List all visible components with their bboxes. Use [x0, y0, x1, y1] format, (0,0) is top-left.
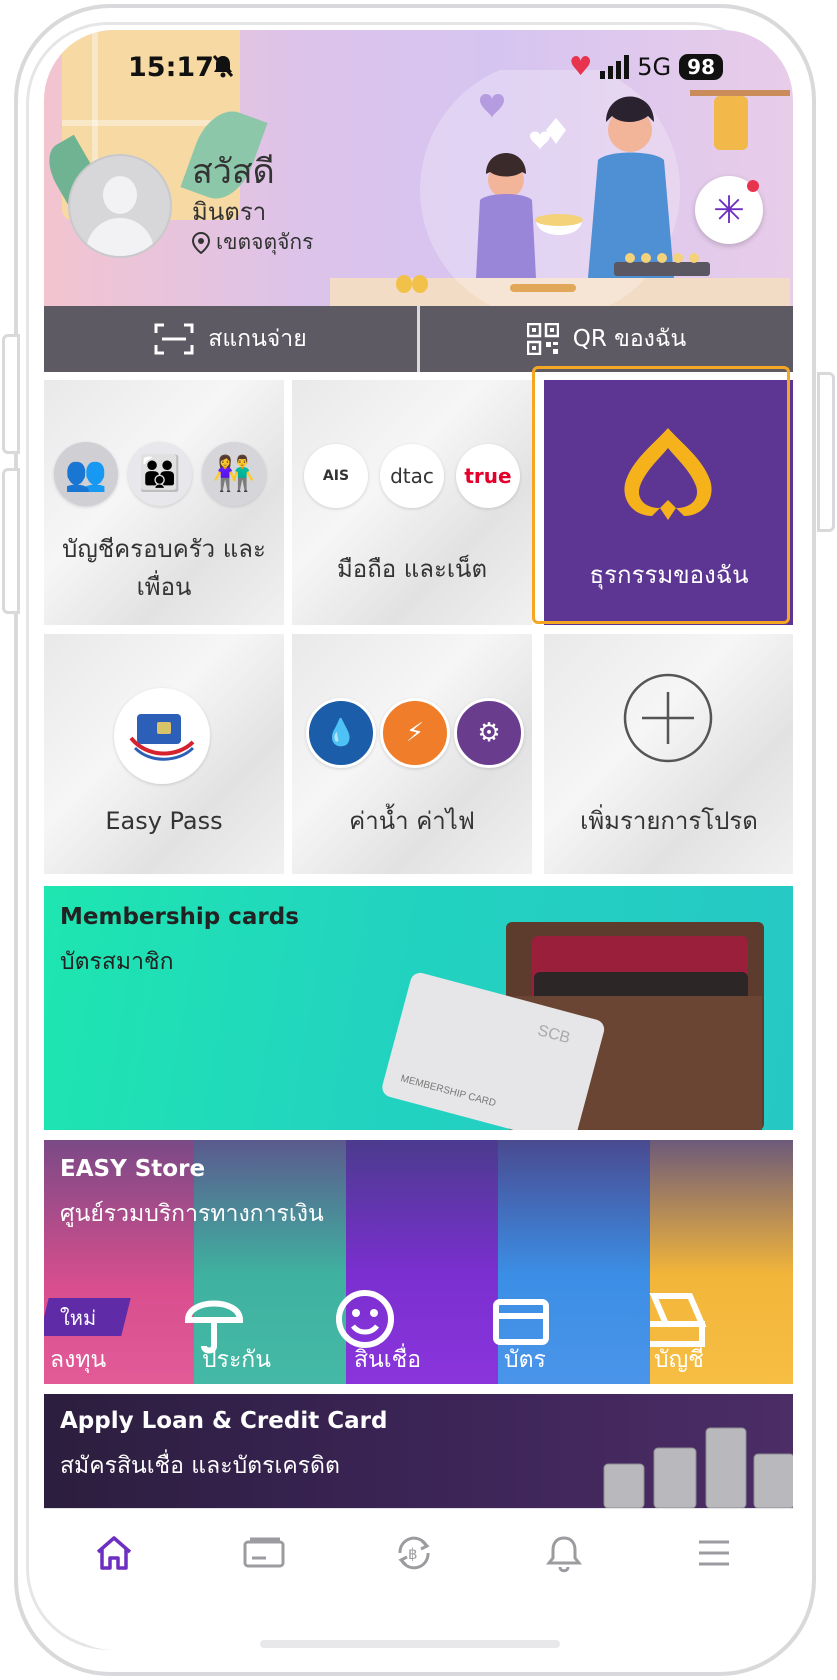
nav-accounts[interactable]	[234, 1531, 294, 1575]
battery-level: 98	[679, 54, 723, 80]
provincial-authority-logo: ⚙	[454, 698, 524, 768]
qr-code-icon	[526, 323, 559, 355]
greeting-text: สวัสดี	[192, 152, 275, 192]
tile-label: เพิ่มรายการโปรด	[580, 807, 758, 835]
wallet-card-icon	[243, 1537, 285, 1568]
my-qr-button[interactable]: QR ของฉัน	[420, 306, 793, 372]
menu-icon	[699, 1540, 729, 1566]
nav-home[interactable]	[84, 1531, 144, 1575]
true-logo: true	[456, 444, 520, 508]
family-photo: 👥	[54, 442, 118, 506]
tile-label: มือถือ และเน็ต	[336, 555, 488, 583]
electricity-authority-logo: ⚡	[380, 698, 450, 768]
tile-utilities[interactable]: 💧 ⚡ ⚙ ค่าน้ำ ค่าไฟ	[292, 634, 532, 874]
nav-transfer[interactable]: ฿	[384, 1531, 444, 1575]
tile-label: บัญชีครอบครัว และเพื่อน	[62, 535, 266, 601]
app-screen: 15:17 ♥ 5G 98 สวัสดี มินตรา เขตจตุจักร ✳…	[44, 30, 793, 1650]
location-text: เขตจตุจักร	[216, 230, 314, 254]
quick-actions-bar: สแกนจ่าย QR ของฉัน	[44, 306, 793, 372]
status-indicators: ♥ 5G 98	[569, 52, 723, 82]
heart-icon: ♥	[568, 52, 593, 82]
store-label-insurance: ประกัน	[202, 1347, 271, 1373]
scan-pay-label: สแกนจ่าย	[208, 326, 307, 352]
scan-pay-button[interactable]: สแกนจ่าย	[44, 306, 417, 372]
location-pin-icon	[192, 231, 210, 254]
location: เขตจตุจักร	[192, 226, 313, 259]
svg-text:฿: ฿	[408, 1545, 418, 1563]
home-header: 15:17 ♥ 5G 98 สวัสดี มินตรา เขตจตุจักร ✳	[44, 30, 793, 306]
highlight-frame	[532, 366, 790, 624]
dtac-logo: dtac	[380, 444, 444, 508]
volume-button-2	[2, 468, 20, 614]
credit-card-icon	[493, 1299, 549, 1345]
coin-stacks-illustration	[603, 1427, 793, 1508]
volume-button	[2, 334, 20, 454]
store-label-card: บัตร	[504, 1347, 546, 1373]
baht-exchange-icon: ฿	[398, 1536, 430, 1570]
banner-subtitle: ศูนย์รวมบริการทางการเงิน	[60, 1201, 324, 1227]
status-time: 15:17	[128, 52, 214, 83]
wallet-cards-illustration: SCB MEMBERSHIP CARD	[382, 922, 764, 1130]
assistant-sparkle-button[interactable]: ✳	[695, 176, 763, 244]
banner-subtitle: สมัครสินเชื่อ และบัตรเครดิต	[60, 1453, 340, 1479]
banner-title: Apply Loan & Credit Card	[60, 1408, 388, 1434]
bell-off-icon	[212, 54, 234, 84]
bottom-nav: ฿	[44, 1508, 793, 1650]
family-photo: 👫	[202, 442, 266, 506]
tile-easy-pass[interactable]: Easy Pass	[44, 634, 284, 874]
power-button	[817, 372, 835, 532]
signal-icon	[600, 55, 630, 79]
store-label-account: บัญชี	[654, 1347, 704, 1373]
easy-pass-logo	[114, 688, 210, 784]
waterworks-logo: 💧	[306, 698, 376, 768]
notification-dot	[747, 180, 759, 192]
home-indicator	[260, 1640, 560, 1648]
smile-icon	[336, 1290, 394, 1348]
nav-notifications[interactable]	[534, 1531, 594, 1575]
my-qr-label: QR ของฉัน	[572, 326, 687, 352]
easy-store-banner[interactable]: EASY Store ศูนย์รวมบริการทางการเงิน ใหม่…	[44, 1140, 793, 1384]
plus-circle-icon	[623, 673, 713, 763]
new-badge-label: ใหม่	[60, 1306, 97, 1330]
tile-family-friends[interactable]: 👥 👪 👫 บัญชีครอบครัว และเพื่อน	[44, 380, 284, 625]
bell-icon	[546, 1536, 582, 1573]
tile-add-favorite[interactable]: เพิ่มรายการโปรด	[544, 634, 793, 874]
loan-banner[interactable]: Apply Loan & Credit Card สมัครสินเชื่อ แ…	[44, 1394, 793, 1508]
tile-mobile-internet[interactable]: AIS dtac true มือถือ และเน็ต	[292, 380, 532, 625]
avatar[interactable]	[68, 154, 172, 258]
home-icon	[96, 1536, 132, 1570]
scan-frame-icon	[154, 323, 194, 355]
sparkle-icon: ✳	[713, 188, 745, 232]
tile-label: Easy Pass	[105, 807, 223, 835]
banner-title: Membership cards	[60, 904, 299, 930]
store-label-invest: ลงทุน	[50, 1347, 107, 1373]
banner-title: EASY Store	[60, 1156, 206, 1182]
banner-subtitle: บัตรสมาชิก	[60, 949, 174, 975]
store-label-loan: สินเชื่อ	[354, 1347, 422, 1373]
nav-menu[interactable]	[684, 1531, 744, 1575]
membership-banner[interactable]: Membership cards บัตรสมาชิก SCB MEMBERSH…	[44, 886, 793, 1130]
family-photo: 👪	[128, 442, 192, 506]
tile-label: ค่าน้ำ ค่าไฟ	[349, 807, 475, 835]
network-type: 5G	[637, 53, 672, 81]
ais-logo: AIS	[304, 444, 368, 508]
bank-book-icon	[649, 1293, 707, 1347]
